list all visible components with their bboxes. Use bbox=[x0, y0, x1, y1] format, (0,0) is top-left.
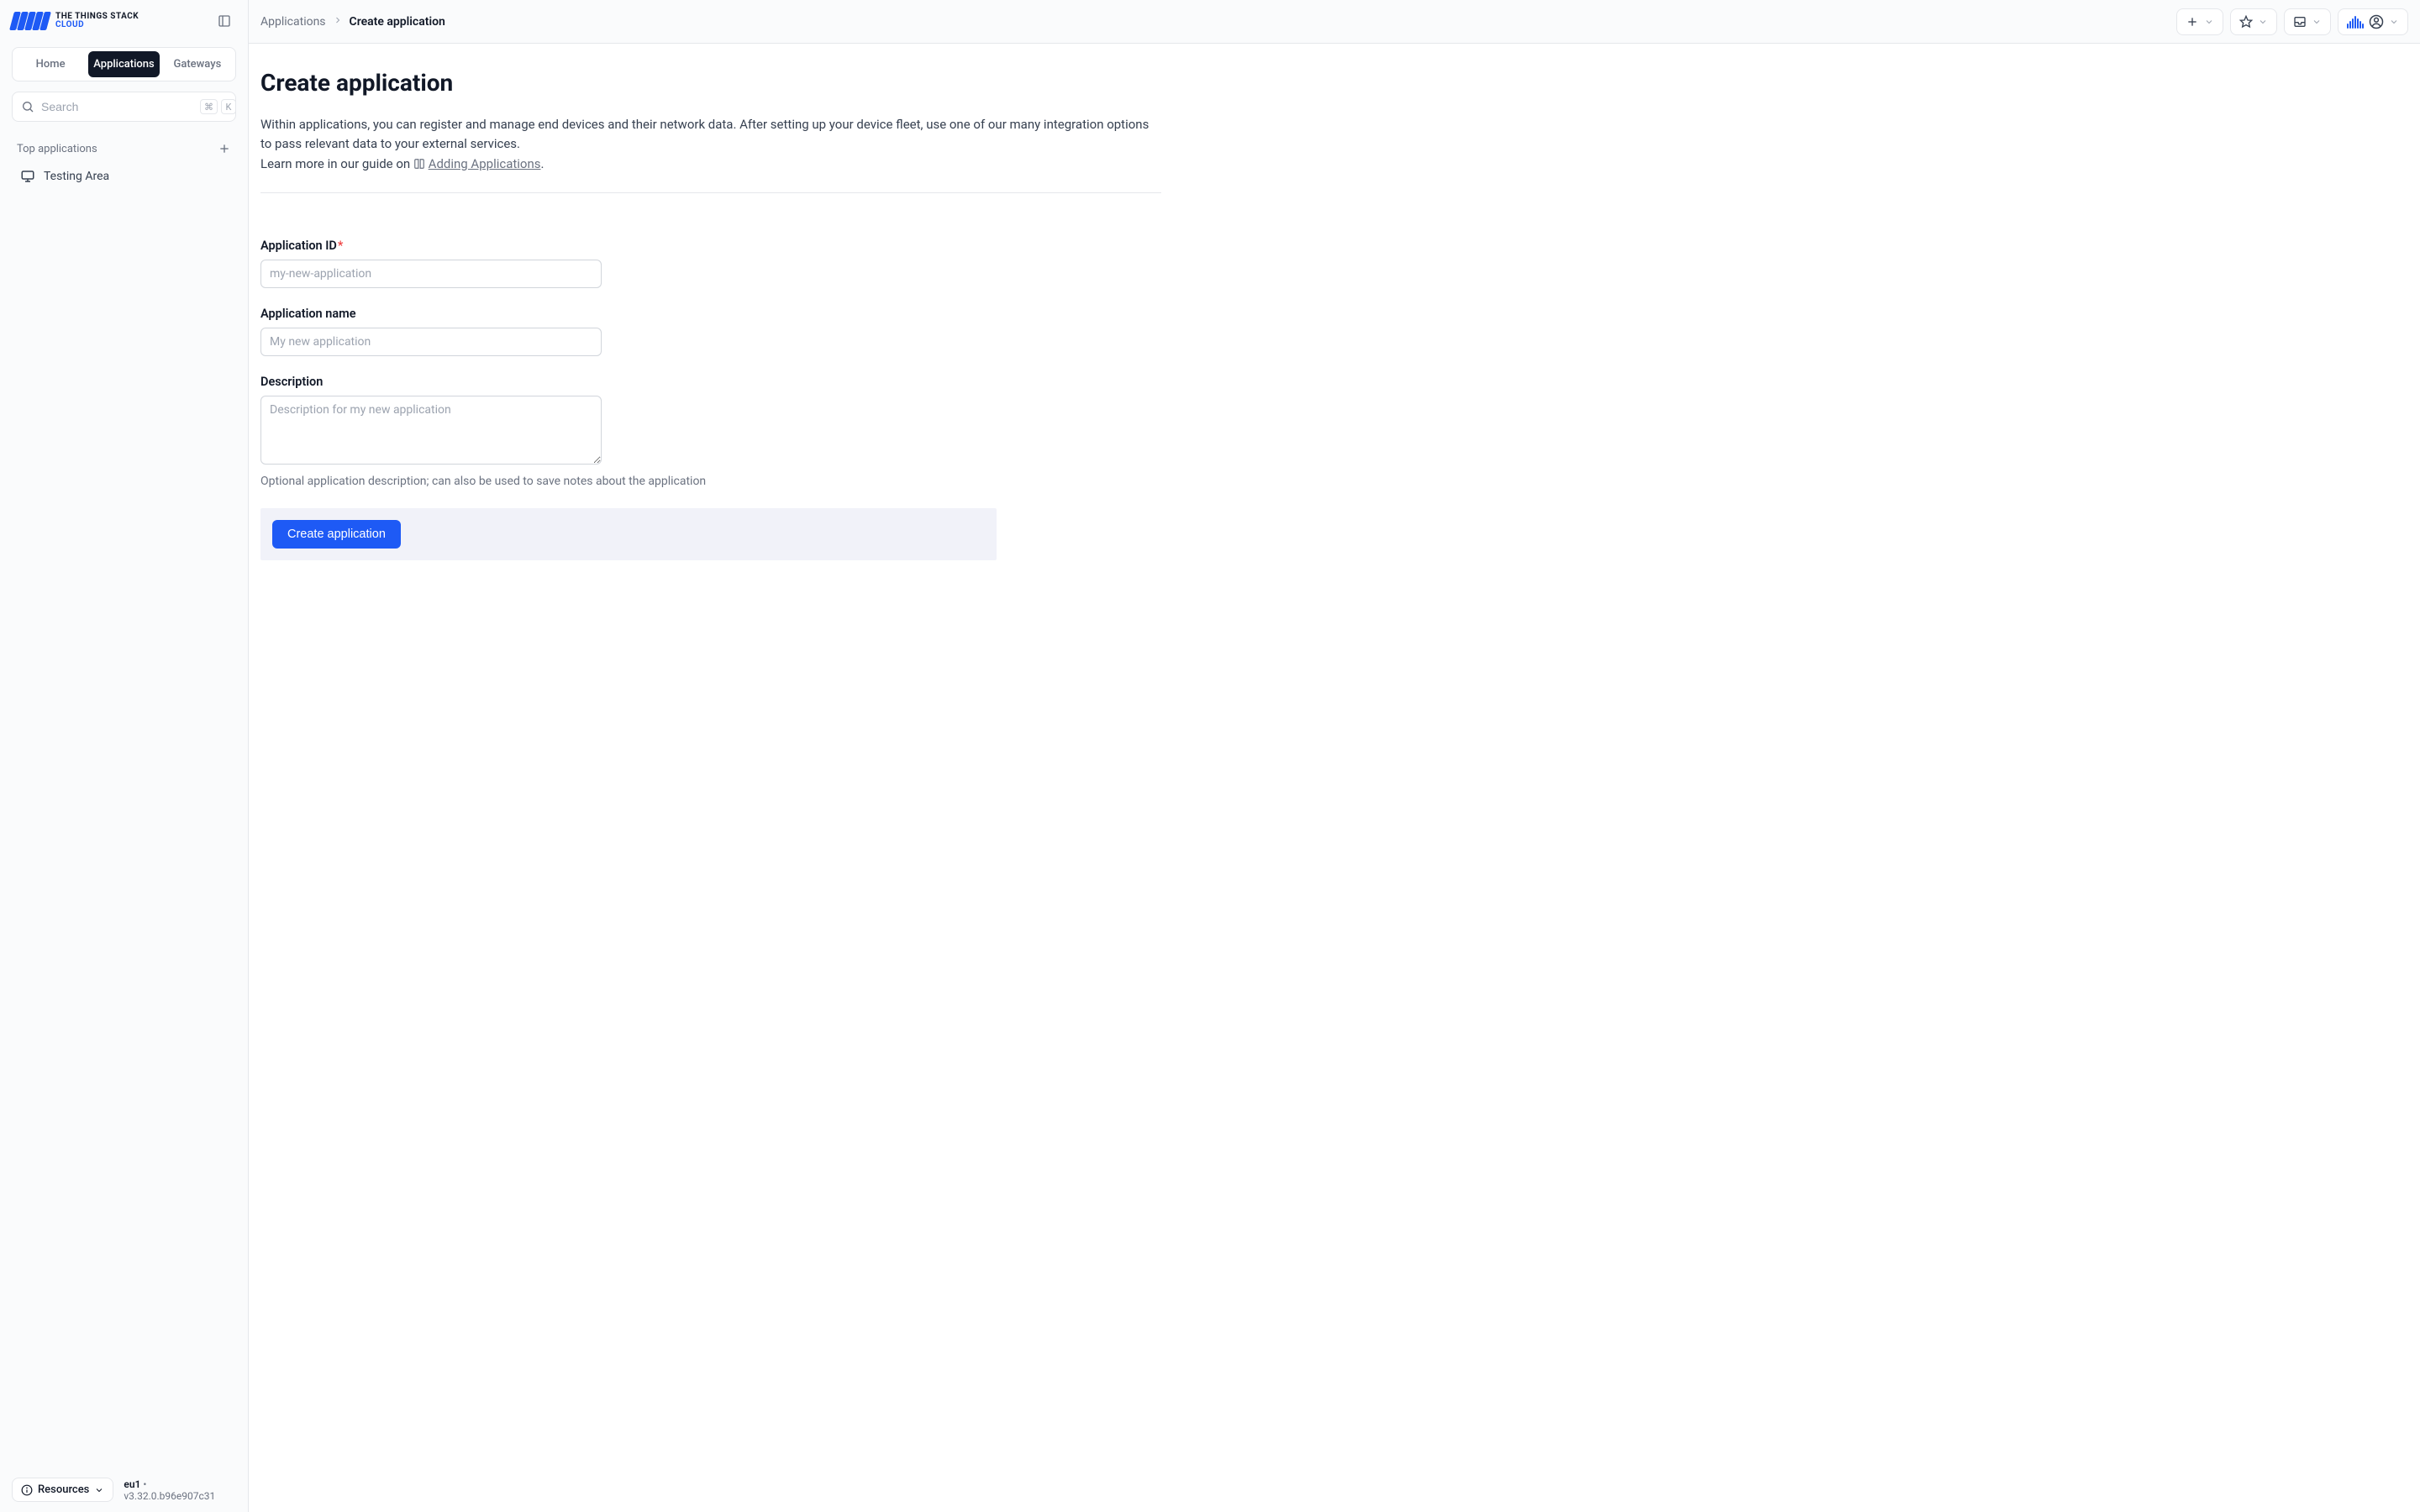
star-menu-button[interactable] bbox=[2230, 8, 2277, 35]
info-icon bbox=[21, 1484, 33, 1496]
submit-bar: Create application bbox=[260, 508, 997, 560]
sidebar: THE THINGS STACK CLOUD Home Applications… bbox=[0, 0, 249, 1512]
top-applications-header: Top applications bbox=[17, 142, 231, 155]
book-icon bbox=[413, 158, 425, 170]
plus-icon bbox=[2186, 15, 2199, 29]
field-app-id: Application ID* bbox=[260, 239, 602, 288]
kbd-cmd: ⌘ bbox=[200, 99, 218, 114]
main-content: Applications Create application bbox=[249, 0, 2420, 1512]
main-nav: Home Applications Gateways bbox=[12, 47, 236, 81]
description-label: Description bbox=[260, 375, 602, 389]
chevron-down-icon bbox=[2389, 17, 2399, 27]
breadcrumb-current: Create application bbox=[350, 15, 445, 29]
field-app-name: Application name bbox=[260, 307, 602, 356]
app-id-input[interactable] bbox=[260, 260, 602, 288]
divider bbox=[260, 192, 1161, 193]
inbox-icon bbox=[2293, 15, 2307, 29]
brand-logo-mark bbox=[9, 12, 51, 30]
app-id-label: Application ID* bbox=[260, 239, 602, 253]
application-item[interactable]: Testing Area bbox=[12, 162, 236, 191]
application-icon bbox=[20, 169, 35, 184]
cluster-id: eu1 bbox=[124, 1478, 140, 1490]
nav-gateways[interactable]: Gateways bbox=[163, 51, 232, 77]
kbd-k: K bbox=[221, 99, 236, 114]
brand-logo-text: THE THINGS STACK CLOUD bbox=[55, 13, 139, 30]
breadcrumb-separator bbox=[333, 15, 343, 29]
required-indicator: * bbox=[338, 239, 344, 253]
search-shortcut: ⌘ K bbox=[200, 99, 236, 114]
chevron-down-icon bbox=[2258, 17, 2268, 27]
create-application-button[interactable]: Create application bbox=[272, 520, 401, 549]
version-info: eu1 • v3.32.0.b96e907c31 bbox=[124, 1478, 236, 1502]
chevron-down-icon bbox=[2312, 17, 2322, 27]
brand-subtitle: CLOUD bbox=[55, 21, 139, 30]
chevron-down-icon bbox=[94, 1485, 104, 1495]
nav-applications[interactable]: Applications bbox=[88, 51, 160, 77]
app-name-input[interactable] bbox=[260, 328, 602, 356]
user-icon bbox=[2369, 14, 2384, 29]
description-input[interactable] bbox=[260, 396, 602, 465]
nav-home[interactable]: Home bbox=[16, 51, 85, 77]
page-learn-more: Learn more in our guide on Adding Applic… bbox=[260, 155, 1151, 174]
adding-applications-link[interactable]: Adding Applications bbox=[429, 156, 541, 171]
breadcrumb: Applications Create application bbox=[260, 15, 445, 29]
app-name-label: Application name bbox=[260, 307, 602, 321]
field-description: Description bbox=[260, 375, 602, 468]
version-string: v3.32.0.b96e907c31 bbox=[124, 1490, 215, 1502]
application-list: Testing Area bbox=[0, 162, 248, 191]
resources-label: Resources bbox=[38, 1483, 89, 1496]
search-icon bbox=[21, 100, 34, 113]
add-menu-button[interactable] bbox=[2176, 8, 2223, 35]
add-application-icon[interactable] bbox=[218, 142, 231, 155]
page-intro: Within applications, you can register an… bbox=[260, 115, 1151, 155]
description-hint: Optional application description; can al… bbox=[260, 475, 997, 488]
breadcrumb-root[interactable]: Applications bbox=[260, 15, 326, 29]
star-icon bbox=[2239, 15, 2253, 29]
sidebar-footer: Resources eu1 • v3.32.0.b96e907c31 bbox=[0, 1467, 248, 1512]
inbox-menu-button[interactable] bbox=[2284, 8, 2331, 35]
page-content: Create application Within applications, … bbox=[249, 44, 1173, 594]
sidebar-header: THE THINGS STACK CLOUD bbox=[0, 0, 248, 39]
top-actions bbox=[2176, 8, 2408, 35]
brand-logo[interactable]: THE THINGS STACK CLOUD bbox=[12, 12, 139, 30]
resources-button[interactable]: Resources bbox=[12, 1478, 113, 1502]
network-icon bbox=[2347, 15, 2364, 29]
form-wide-area: Optional application description; can al… bbox=[260, 475, 997, 560]
page-title: Create application bbox=[260, 69, 1161, 97]
application-item-label: Testing Area bbox=[44, 170, 109, 183]
account-menu-button[interactable] bbox=[2338, 8, 2408, 35]
topbar: Applications Create application bbox=[249, 0, 2420, 44]
chevron-down-icon bbox=[2204, 17, 2214, 27]
search-input[interactable] bbox=[41, 100, 193, 113]
sidebar-collapse-button[interactable] bbox=[216, 13, 233, 29]
top-applications-label: Top applications bbox=[17, 143, 97, 155]
search-field[interactable]: ⌘ K bbox=[12, 92, 236, 122]
create-application-form: Application ID* Application name Descrip… bbox=[260, 239, 602, 468]
search-wrap: ⌘ K bbox=[12, 92, 236, 122]
